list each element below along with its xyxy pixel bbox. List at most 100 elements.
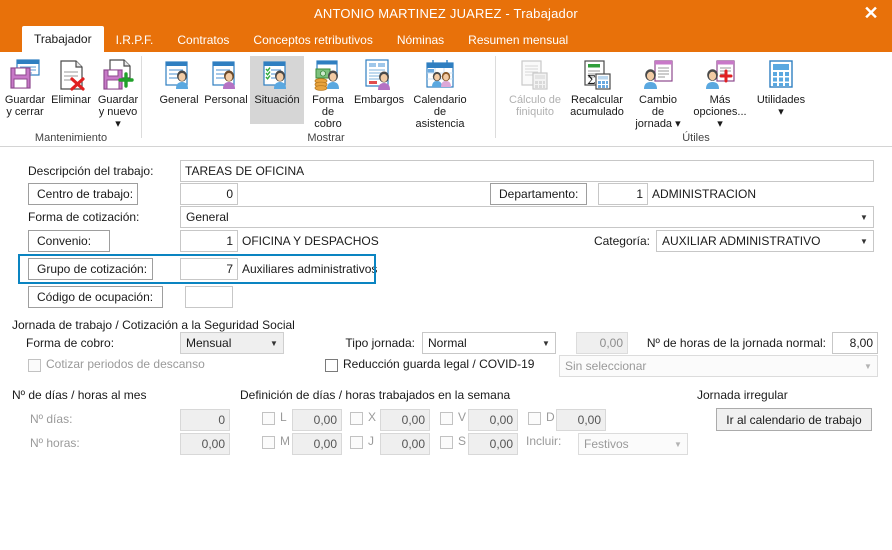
forma-cotizacion-select[interactable]: General ▼ bbox=[180, 206, 874, 228]
general-person-icon bbox=[165, 61, 188, 89]
close-icon[interactable]: ✕ bbox=[856, 0, 886, 26]
personal-button[interactable]: Personal bbox=[202, 56, 250, 106]
categoria-value: AUXILIAR ADMINISTRATIVO bbox=[662, 234, 821, 248]
dia-m-checkbox[interactable] bbox=[262, 436, 275, 449]
dia-l-input: 0,00 bbox=[292, 409, 342, 431]
num-horas-label: Nº horas: bbox=[30, 436, 80, 450]
num-dias-input: 0 bbox=[180, 409, 230, 431]
dia-v-checkbox[interactable] bbox=[440, 412, 453, 425]
guardar-y-cerrar-button[interactable]: Guardar y cerrar bbox=[2, 56, 48, 118]
semana-section-title: Definición de días / horas trabajados en… bbox=[240, 388, 511, 402]
calculo-finiquito-icon bbox=[521, 60, 548, 90]
utilidades-icon bbox=[769, 60, 793, 88]
ribbon-group-mostrar-title: Mostrar bbox=[307, 132, 345, 144]
cotizar-descanso-checkbox[interactable] bbox=[28, 359, 41, 372]
horas-jornada-normal-label: Nº de horas de la jornada normal: bbox=[646, 336, 826, 350]
ribbon-group-mantenimiento-title: Mantenimiento bbox=[34, 132, 108, 144]
forma-cobro-icon bbox=[314, 60, 339, 91]
cotizar-descanso-label: Cotizar periodos de descanso bbox=[46, 357, 205, 371]
situacion-button[interactable]: Situación bbox=[250, 56, 304, 124]
personal-label: Personal bbox=[204, 94, 248, 106]
chevron-down-icon: ▼ bbox=[864, 361, 872, 371]
utilidades-button[interactable]: Utilidades ▾ bbox=[752, 56, 810, 118]
descripcion-trabajo-input[interactable]: TAREAS DE OFICINA bbox=[180, 160, 874, 182]
forma-de-cobro-label: Forma de cobro bbox=[312, 94, 344, 130]
dia-s-checkbox[interactable] bbox=[440, 436, 453, 449]
embargos-button[interactable]: Embargos bbox=[352, 56, 406, 106]
chevron-down-icon: ▼ bbox=[860, 212, 868, 222]
dia-x-checkbox[interactable] bbox=[350, 412, 363, 425]
centro-trabajo-input[interactable]: 0 bbox=[180, 183, 238, 205]
dia-v-label: V bbox=[458, 410, 467, 424]
mas-opciones-icon bbox=[706, 60, 735, 89]
chevron-down-icon: ▼ bbox=[860, 236, 868, 246]
tab-nominas[interactable]: Nóminas bbox=[385, 27, 456, 52]
incluir-select[interactable]: Festivos ▼ bbox=[578, 433, 688, 455]
forma-cobro-label: Forma de cobro: bbox=[26, 336, 115, 350]
tab-irpf[interactable]: I.R.P.F. bbox=[104, 27, 166, 52]
dia-d-checkbox[interactable] bbox=[528, 412, 541, 425]
chevron-down-icon: ▼ bbox=[270, 338, 278, 348]
categoria-select[interactable]: AUXILIAR ADMINISTRATIVO ▼ bbox=[656, 230, 874, 252]
dia-l-checkbox[interactable] bbox=[262, 412, 275, 425]
window-title: ANTONIO MARTINEZ JUAREZ - Trabajador bbox=[314, 5, 578, 21]
horas-jornada-normal-input[interactable]: 8,00 bbox=[832, 332, 878, 354]
recalcular-acumulado-label: Recalcular acumulado bbox=[570, 94, 624, 118]
reduccion-guarda-legal-value: Sin seleccionar bbox=[565, 359, 647, 373]
tab-conceptos-retributivos[interactable]: Conceptos retributivos bbox=[241, 27, 384, 52]
personal-person-icon bbox=[212, 61, 235, 89]
convenio-code-input[interactable]: 1 bbox=[180, 230, 238, 252]
forma-de-cobro-button[interactable]: Forma de cobro bbox=[304, 56, 352, 130]
mas-opciones-button[interactable]: Más opciones... ▾ bbox=[688, 56, 752, 130]
convenio-name-text: OFICINA Y DESPACHOS bbox=[242, 234, 379, 248]
save-new-icon bbox=[103, 59, 134, 90]
chevron-down-icon: ▼ bbox=[542, 338, 550, 348]
tab-contratos[interactable]: Contratos bbox=[165, 27, 241, 52]
grupo-cotizacion-button[interactable]: Grupo de cotización: bbox=[28, 258, 153, 280]
ribbon-separator bbox=[141, 56, 142, 138]
calendario-de-asistencia-button[interactable]: Calendario de asistencia bbox=[406, 56, 474, 130]
dia-m-input: 0,00 bbox=[292, 433, 342, 455]
codigo-ocupacion-input[interactable] bbox=[185, 286, 233, 308]
calendario-de-asistencia-label: Calendario de asistencia bbox=[413, 94, 467, 130]
dia-j-checkbox[interactable] bbox=[350, 436, 363, 449]
tipo-jornada-value: Normal bbox=[428, 336, 467, 350]
cambio-de-jornada-label: Cambio de jornada ▾ bbox=[635, 94, 681, 130]
tipo-jornada-percent-input: 0,00 bbox=[576, 332, 628, 354]
convenio-button[interactable]: Convenio: bbox=[28, 230, 110, 252]
descripcion-trabajo-label: Descripción del trabajo: bbox=[28, 164, 154, 178]
tab-trabajador[interactable]: Trabajador bbox=[22, 26, 104, 52]
grupo-cotizacion-code-input[interactable]: 7 bbox=[180, 258, 238, 280]
ribbon-group-utiles-title: Útiles bbox=[682, 132, 710, 144]
cambio-de-jornada-button[interactable]: Cambio de jornada ▾ bbox=[628, 56, 688, 130]
dia-d-input: 0,00 bbox=[556, 409, 606, 431]
guardar-y-nuevo-button[interactable]: Guardar y nuevo ▾ bbox=[94, 56, 142, 130]
embargos-label: Embargos bbox=[353, 94, 405, 106]
dia-j-label: J bbox=[368, 434, 374, 448]
codigo-ocupacion-button[interactable]: Código de ocupación: bbox=[28, 286, 163, 308]
tipo-jornada-select[interactable]: Normal ▼ bbox=[422, 332, 556, 354]
mes-section-title: Nº de días / horas al mes bbox=[12, 388, 147, 402]
departamento-button[interactable]: Departamento: bbox=[490, 183, 587, 205]
departamento-code-input[interactable]: 1 bbox=[598, 183, 648, 205]
recalcular-acumulado-icon: Σ bbox=[584, 60, 611, 90]
delete-icon bbox=[60, 60, 85, 91]
num-horas-input: 0,00 bbox=[180, 433, 230, 455]
general-button[interactable]: General bbox=[156, 56, 202, 106]
centro-trabajo-button[interactable]: Centro de trabajo: bbox=[28, 183, 138, 205]
eliminar-label: Eliminar bbox=[51, 94, 91, 106]
calculo-de-finiquito-button[interactable]: Cálculo de finiquito bbox=[504, 56, 566, 118]
forma-cotizacion-value: General bbox=[186, 210, 229, 224]
categoria-label: Categoría: bbox=[593, 234, 650, 248]
eliminar-button[interactable]: Eliminar bbox=[48, 56, 94, 106]
reduccion-guarda-legal-select[interactable]: Sin seleccionar ▼ bbox=[559, 355, 878, 377]
reduccion-guarda-legal-checkbox[interactable] bbox=[325, 359, 338, 372]
dia-x-label: X bbox=[368, 410, 377, 424]
window-titlebar: ANTONIO MARTINEZ JUAREZ - Trabajador ✕ bbox=[0, 0, 892, 26]
recalcular-acumulado-button[interactable]: Σ Recalcular acumulado bbox=[566, 56, 628, 118]
tipo-jornada-label: Tipo jornada: bbox=[345, 336, 415, 350]
forma-cobro-select[interactable]: Mensual ▼ bbox=[180, 332, 284, 354]
ribbon-toolbar: Guardar y cerrar Eliminar Guardar y nuev… bbox=[0, 52, 892, 147]
ir-al-calendario-de-trabajo-button[interactable]: Ir al calendario de trabajo bbox=[716, 408, 872, 431]
tab-resumen-mensual[interactable]: Resumen mensual bbox=[456, 27, 580, 52]
